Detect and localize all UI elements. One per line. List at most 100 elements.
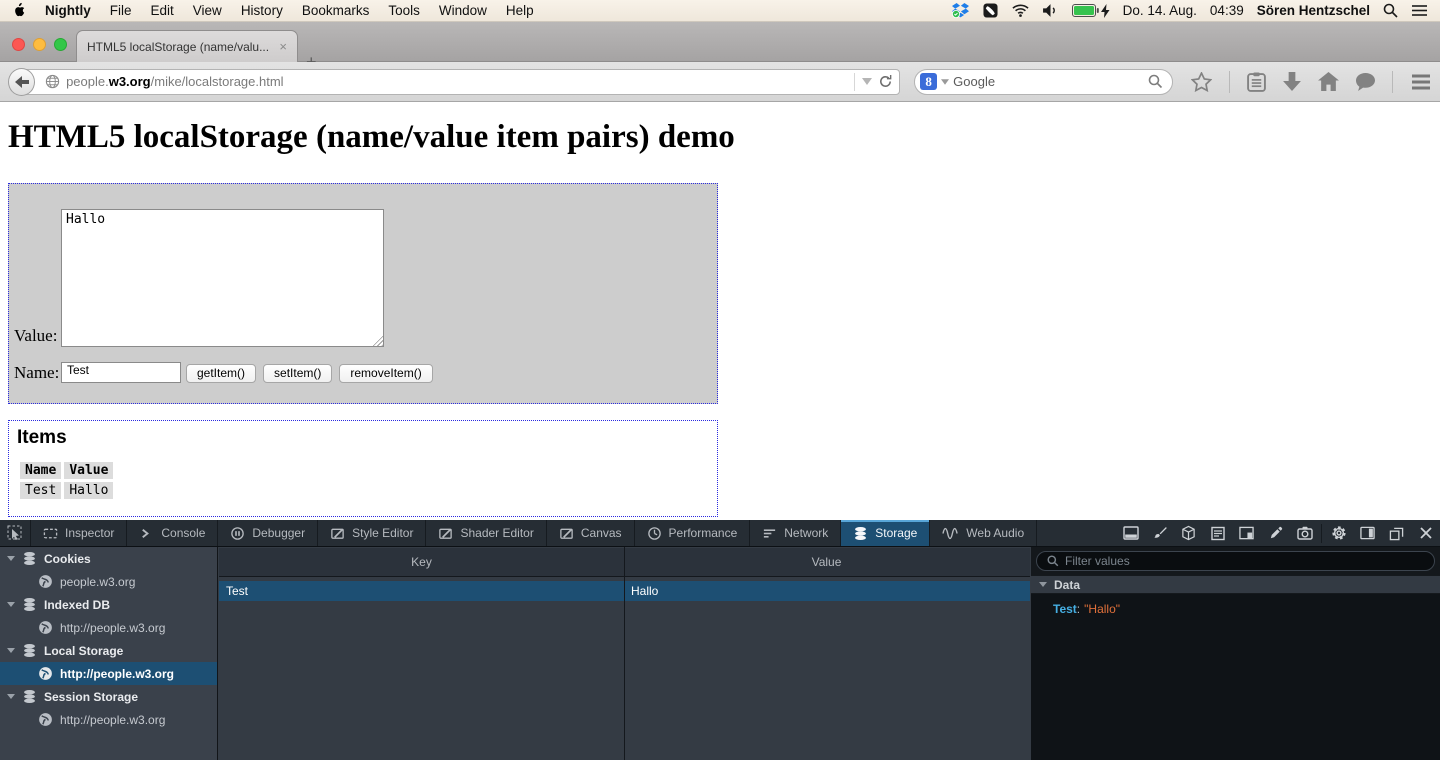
- tab-console[interactable]: Console: [127, 520, 218, 546]
- volume-icon[interactable]: [1042, 3, 1059, 18]
- gear-icon[interactable]: [1324, 520, 1353, 547]
- tab-storage[interactable]: Storage: [841, 520, 930, 546]
- page-title: HTML5 localStorage (name/value item pair…: [8, 119, 1440, 156]
- column-divider[interactable]: [624, 547, 625, 760]
- url-subdomain: people.: [66, 74, 109, 89]
- data-section-header[interactable]: Data: [1031, 575, 1440, 594]
- tab-debugger[interactable]: Debugger: [218, 520, 318, 546]
- search-bar[interactable]: 8 Google: [914, 69, 1173, 95]
- tab-network[interactable]: Network: [750, 520, 841, 546]
- data-entry[interactable]: Test:"Hallo": [1053, 602, 1440, 616]
- star-icon[interactable]: [1191, 72, 1212, 92]
- chat-bubble-icon[interactable]: [1356, 73, 1375, 91]
- apple-menu-icon[interactable]: [12, 1, 26, 20]
- tree-item-local-storage[interactable]: Local Storage: [0, 639, 217, 662]
- menubar-clock[interactable]: 04:39: [1210, 3, 1244, 18]
- console-icon: [139, 526, 154, 541]
- tree-item-session-storage[interactable]: Session Storage: [0, 685, 217, 708]
- close-window-button[interactable]: [12, 38, 25, 51]
- menu-help[interactable]: Help: [506, 3, 534, 18]
- menu-app-name[interactable]: Nightly: [45, 3, 91, 18]
- tab-close-icon[interactable]: ×: [279, 40, 287, 53]
- url-path: /mike/localstorage.html: [151, 74, 284, 89]
- setitem-button[interactable]: setItem(): [263, 364, 332, 383]
- value-label: Value:: [14, 326, 57, 346]
- entry-key: Test: [1053, 602, 1077, 616]
- canvas-icon: [559, 526, 574, 541]
- paintbrush-icon[interactable]: [1145, 520, 1174, 547]
- sidebar-toggle-icon[interactable]: [1353, 520, 1382, 547]
- tab-inspector[interactable]: Inspector: [31, 520, 127, 546]
- menu-file[interactable]: File: [110, 3, 132, 18]
- battery-charging-icon[interactable]: [1072, 4, 1110, 18]
- value-textarea[interactable]: Hallo: [61, 209, 384, 347]
- menu-history[interactable]: History: [241, 3, 283, 18]
- url-bar[interactable]: people.w3.org/mike/localstorage.html: [20, 69, 900, 95]
- camera-icon[interactable]: [1290, 520, 1319, 547]
- pick-element-button[interactable]: [0, 520, 31, 546]
- tree-item-cookies[interactable]: Cookies: [0, 547, 217, 570]
- menubar-date[interactable]: Do. 14. Aug.: [1123, 3, 1197, 18]
- items-cell-name: Test: [20, 482, 61, 499]
- toolbar-spacer: [1037, 520, 1116, 546]
- tree-item-cookies-host[interactable]: people.w3.org: [0, 570, 217, 593]
- box-3d-icon[interactable]: [1174, 520, 1203, 547]
- removeitem-button[interactable]: removeItem(): [339, 364, 432, 383]
- menu-bookmarks[interactable]: Bookmarks: [302, 3, 370, 18]
- search-icon[interactable]: [1148, 74, 1163, 89]
- phone-app-icon[interactable]: [982, 3, 999, 18]
- close-icon[interactable]: [1411, 520, 1440, 547]
- menubar-user[interactable]: Sören Hentzschel: [1257, 3, 1370, 18]
- cell-value: Hallo: [624, 581, 1029, 601]
- tree-item-session-storage-host[interactable]: http://people.w3.org: [0, 708, 217, 731]
- notification-center-icon[interactable]: [1411, 4, 1428, 17]
- window-controls: [12, 38, 67, 51]
- hamburger-icon[interactable]: [1410, 73, 1432, 91]
- column-header-key[interactable]: Key: [219, 548, 624, 576]
- tree-item-local-storage-host[interactable]: http://people.w3.org: [0, 662, 217, 685]
- minimize-window-button[interactable]: [33, 38, 46, 51]
- nav-action-icons: [1191, 71, 1432, 93]
- split-console-icon[interactable]: [1116, 520, 1145, 547]
- responsive-mode-icon[interactable]: [1232, 520, 1261, 547]
- tab-performance[interactable]: Performance: [635, 520, 751, 546]
- browser-tab[interactable]: HTML5 localStorage (name/valu... ×: [76, 30, 298, 62]
- tab-style-editor[interactable]: Style Editor: [318, 520, 426, 546]
- dropbox-icon[interactable]: [952, 3, 969, 18]
- scratchpad-icon[interactable]: [1203, 520, 1232, 547]
- search-engine-icon[interactable]: 8: [920, 73, 937, 90]
- tab-shader-editor[interactable]: Shader Editor: [426, 520, 546, 546]
- tree-item-indexed-db[interactable]: Indexed DB: [0, 593, 217, 616]
- tab-title: HTML5 localStorage (name/valu...: [87, 40, 271, 54]
- eyedropper-icon[interactable]: [1261, 520, 1290, 547]
- menu-edit[interactable]: Edit: [151, 3, 174, 18]
- home-icon[interactable]: [1318, 72, 1339, 91]
- chevron-down-icon[interactable]: [7, 602, 15, 607]
- chevron-down-icon[interactable]: [7, 694, 15, 699]
- chevron-down-icon[interactable]: [7, 556, 15, 561]
- items-heading: Items: [17, 427, 717, 449]
- column-header-value[interactable]: Value: [624, 548, 1029, 576]
- spotlight-icon[interactable]: [1383, 3, 1398, 18]
- tab-web-audio[interactable]: Web Audio: [930, 520, 1037, 546]
- back-button[interactable]: [8, 68, 35, 96]
- chevron-down-icon[interactable]: [7, 648, 15, 653]
- menu-tools[interactable]: Tools: [388, 3, 420, 18]
- getitem-button[interactable]: getItem(): [186, 364, 256, 383]
- reload-icon[interactable]: [878, 74, 893, 89]
- filter-values-input[interactable]: Filter values: [1036, 551, 1435, 571]
- zoom-window-button[interactable]: [54, 38, 67, 51]
- items-col-name: Name: [20, 462, 61, 479]
- download-icon[interactable]: [1283, 72, 1301, 91]
- url-dropdown-icon[interactable]: [862, 78, 872, 85]
- tree-item-indexed-db-host[interactable]: http://people.w3.org: [0, 616, 217, 639]
- wifi-icon[interactable]: [1012, 3, 1029, 18]
- menu-view[interactable]: View: [193, 3, 222, 18]
- tab-canvas[interactable]: Canvas: [547, 520, 635, 546]
- popout-icon[interactable]: [1382, 520, 1411, 547]
- menu-window[interactable]: Window: [439, 3, 487, 18]
- name-input[interactable]: Test: [61, 362, 181, 383]
- chevron-down-icon[interactable]: [1039, 582, 1047, 587]
- search-engine-dropdown-icon[interactable]: [941, 79, 949, 85]
- clipboard-icon[interactable]: [1247, 72, 1266, 92]
